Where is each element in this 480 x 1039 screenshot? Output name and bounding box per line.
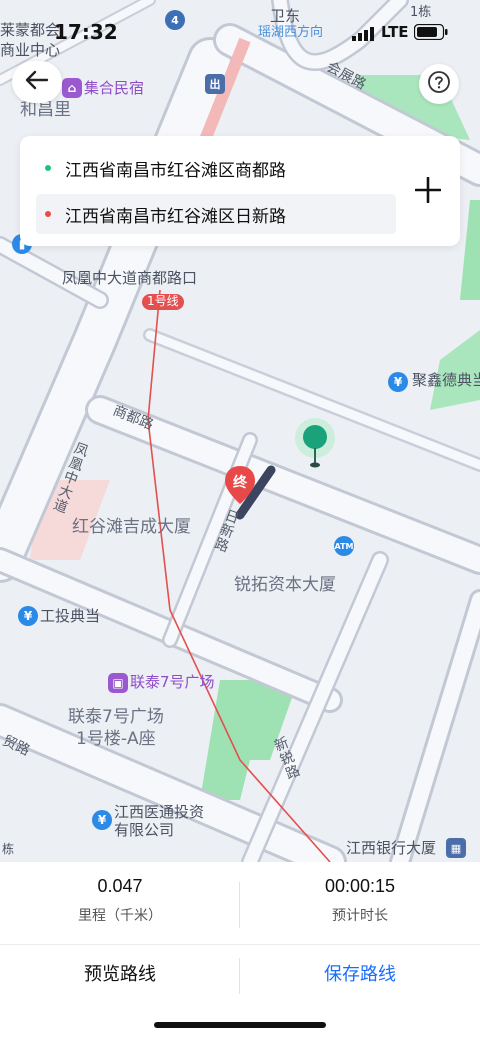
map-label: 聚鑫德典当	[412, 371, 480, 389]
atm-icon: ATM	[334, 536, 354, 556]
start-pin-icon[interactable]	[293, 418, 337, 470]
map-label: 联泰7号广场	[68, 707, 164, 727]
back-button[interactable]	[12, 61, 62, 103]
help-button[interactable]	[419, 64, 459, 104]
map-label: 锐拓资本大厦	[234, 575, 336, 595]
signal-icon	[352, 26, 374, 41]
mall-icon: ▣	[108, 673, 128, 693]
map-label: 1号楼-A座	[76, 729, 156, 749]
map-label: 集合民宿	[84, 79, 145, 97]
map-label: 江西医通投资	[114, 803, 205, 821]
arrow-left-icon	[25, 67, 49, 97]
bottom-panel: 0.047 里程（千米） 00:00:15 预计时长 预览路线 保存路线	[0, 862, 480, 1039]
add-waypoint-button[interactable]	[410, 172, 446, 208]
distance-label: 里程（千米）	[78, 908, 162, 924]
pawnshop-icon: ¥	[388, 372, 408, 392]
status-bar: 17:32 LTE	[0, 0, 480, 52]
map-label: 联泰7号广场	[130, 673, 215, 691]
route-end-field[interactable]: 江西省南昌市红谷滩区日新路	[36, 194, 396, 234]
status-time: 17:32	[54, 20, 118, 44]
duration-label: 预计时长	[332, 908, 388, 924]
end-pin-label: 终	[233, 475, 247, 491]
home-indicator[interactable]	[154, 1022, 326, 1028]
map-label: 工投典当	[40, 607, 101, 625]
map-view[interactable]: 莱蒙都会 商业中心 卫东 瑶湖西方向 1栋 会展路 ⌂ 集合民宿 和昌里 4 出…	[0, 0, 480, 862]
hotel-icon: ⌂	[62, 78, 82, 98]
map-label: 栋	[2, 842, 15, 856]
start-dot-icon	[45, 165, 51, 171]
end-pin-icon[interactable]: 终	[224, 466, 256, 506]
map-label: 有限公司	[114, 821, 175, 839]
metro-line-badge: 1号线	[142, 294, 184, 310]
map-label: 江西银行大厦	[346, 839, 437, 857]
company-icon: ¥	[92, 810, 112, 830]
building-icon: ▦	[446, 838, 466, 858]
route-start-field[interactable]: 江西省南昌市红谷滩区商都路	[36, 148, 396, 188]
save-route-button[interactable]: 保存路线	[240, 954, 480, 996]
exit-icon: 出	[205, 74, 225, 94]
map-base	[0, 0, 480, 862]
pawnshop-icon: ¥	[18, 606, 38, 626]
route-end-text: 江西省南昌市红谷滩区日新路	[65, 206, 286, 227]
map-label: 凤凰中大道商都路口	[62, 269, 198, 287]
distance-value: 0.047	[97, 876, 143, 896]
preview-route-button[interactable]: 预览路线	[0, 954, 240, 996]
route-start-text: 江西省南昌市红谷滩区商都路	[65, 160, 286, 181]
duration-stat: 00:00:15 预计时长	[240, 876, 480, 925]
divider	[0, 944, 480, 945]
plus-icon	[414, 172, 442, 212]
question-icon	[427, 70, 451, 98]
map-label: 红谷滩吉成大厦	[72, 517, 191, 537]
route-card: 江西省南昌市红谷滩区商都路 江西省南昌市红谷滩区日新路	[20, 136, 460, 246]
map-label: 和昌里	[20, 100, 71, 120]
duration-value: 00:00:15	[324, 876, 396, 896]
end-dot-icon	[45, 211, 51, 217]
network-type: LTE	[381, 23, 409, 41]
distance-stat: 0.047 里程（千米）	[0, 876, 240, 925]
battery-icon	[413, 23, 448, 41]
